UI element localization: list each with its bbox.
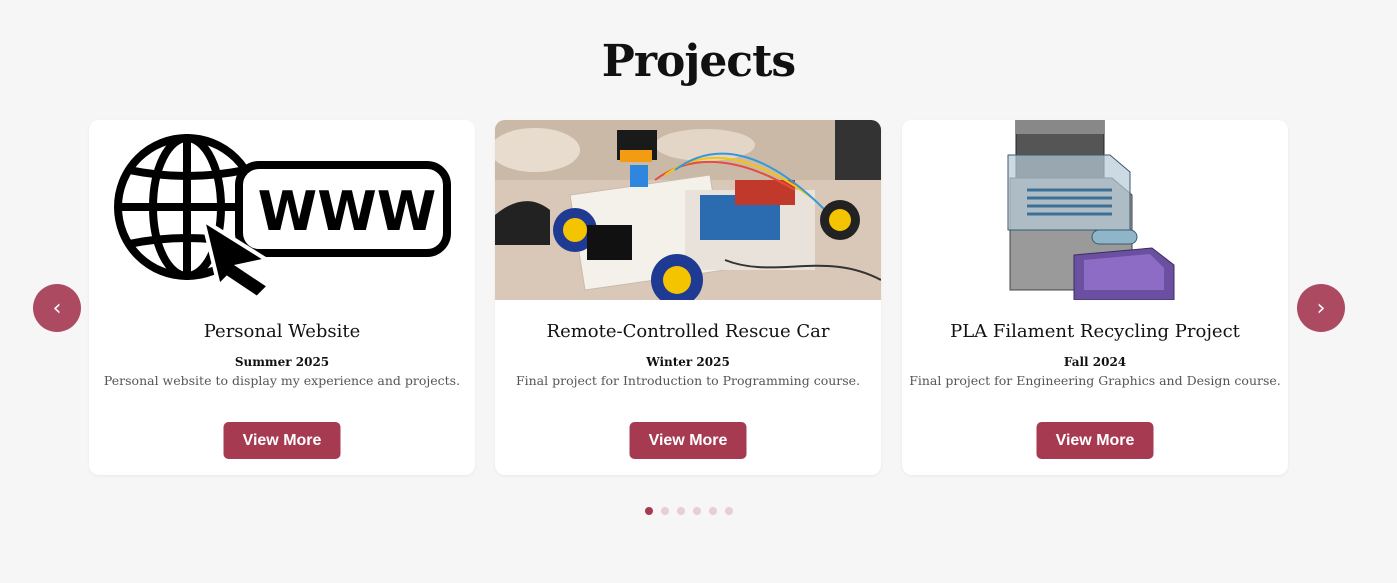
- project-image-filament-recycler: [902, 120, 1288, 300]
- project-description: Personal website to display my experienc…: [103, 373, 461, 388]
- carousel-dot[interactable]: [693, 507, 701, 515]
- project-card: PLA Filament Recycling Project Fall 2024…: [902, 120, 1288, 475]
- project-description: Final project for Introduction to Progra…: [515, 373, 861, 388]
- view-more-button[interactable]: View More: [1036, 422, 1154, 459]
- carousel-dot[interactable]: [661, 507, 669, 515]
- project-card: WWW Personal Website Summer 2025 Persona…: [89, 120, 475, 475]
- project-title: PLA Filament Recycling Project: [950, 321, 1240, 342]
- carousel-prev-button[interactable]: ‹: [33, 284, 81, 332]
- www-logo-text: WWW: [258, 180, 437, 243]
- carousel-next-button[interactable]: ›: [1297, 284, 1345, 332]
- project-description: Final project for Engineering Graphics a…: [909, 373, 1281, 388]
- carousel-dot[interactable]: [709, 507, 717, 515]
- project-title: Remote-Controlled Rescue Car: [546, 321, 830, 342]
- project-title: Personal Website: [203, 321, 361, 342]
- view-more-button[interactable]: View More: [223, 422, 341, 459]
- project-date: Summer 2025: [234, 355, 330, 369]
- carousel-pagination: [645, 507, 733, 515]
- project-image-globe-www: WWW: [89, 120, 475, 300]
- carousel-dot[interactable]: [645, 507, 653, 515]
- carousel-dot[interactable]: [725, 507, 733, 515]
- carousel-dot[interactable]: [677, 507, 685, 515]
- project-date: Winter 2025: [646, 355, 730, 369]
- project-date: Fall 2024: [1063, 355, 1127, 369]
- project-card: Remote-Controlled Rescue Car Winter 2025…: [495, 120, 881, 475]
- carousel-track: WWW Personal Website Summer 2025 Persona…: [0, 0, 1397, 583]
- view-more-button[interactable]: View More: [629, 422, 747, 459]
- project-image-robot-car: [495, 120, 881, 300]
